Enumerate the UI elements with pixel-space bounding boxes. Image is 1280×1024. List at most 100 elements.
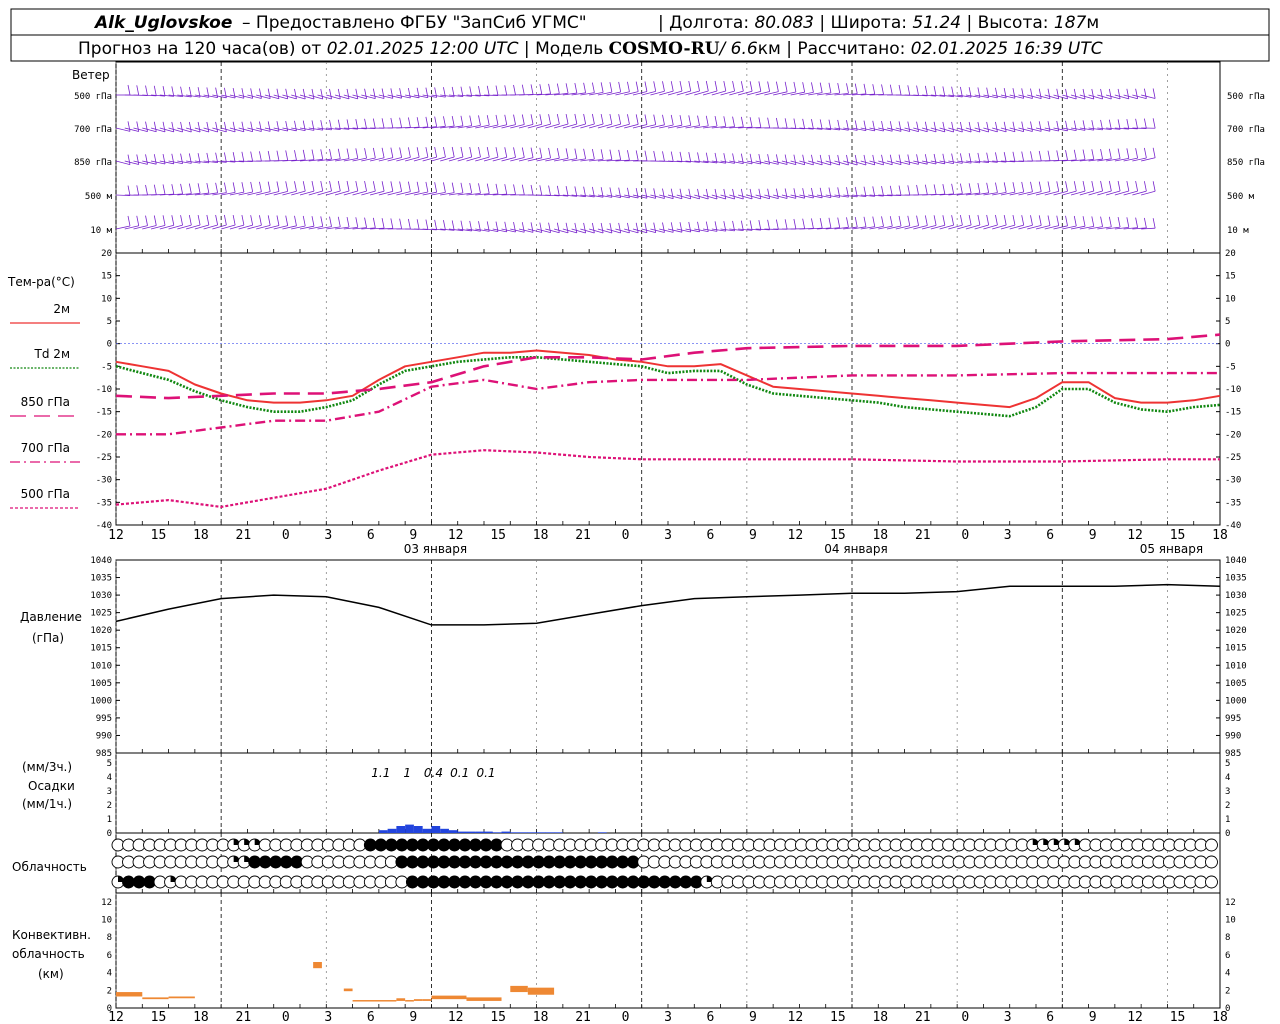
wind-barb-feather [259,181,262,192]
wind-barb-feather [775,154,779,165]
wind-barb-feather [653,222,657,233]
wind-barb-feather [793,188,797,199]
pressure-tick-right: 1005 [1225,679,1247,689]
conv-tick-right: 12 [1225,898,1236,908]
wind-barb-feather [635,222,639,233]
wind-barb-feather [311,181,315,192]
wind-barb-feather [828,217,832,228]
wind-barb-feather [443,146,446,158]
hour-label: 18 [193,528,209,543]
hour-label: 9 [409,1010,417,1024]
wind-barb-feather [837,154,841,166]
wind-barb-feather [591,222,595,234]
wind-barb-feather [916,154,919,165]
wind-barb-feather [767,117,771,128]
pressure-tick-left: 990 [96,731,112,741]
hour-label: 21 [915,528,931,543]
pressure-tick-left: 1040 [90,556,112,566]
wind-barb-feather [574,186,578,197]
wind-barb-feather [478,115,481,126]
precip-total: 0.1 [450,766,469,780]
conv-bar [422,999,432,1001]
wind-level-label-right: 500 гПа [1227,92,1265,102]
station-name: Alk_Uglovskoe [93,13,232,33]
pressure-tick-right: 1030 [1225,591,1247,601]
header: Alk_Uglovskoe – Предоставлено ФГБУ "ЗапС… [10,8,1270,62]
wind-barb-feather [556,185,560,196]
wind-barb-feather [1117,88,1121,99]
conv-title-2: облачность [12,947,85,961]
hour-label: 15 [830,1010,846,1024]
wind-barb-feather [469,146,473,158]
conv-bar [431,995,467,1000]
conv-tick-right: 4 [1225,969,1230,979]
hour-label: 6 [1046,528,1054,543]
wind-barb-feather [276,215,280,226]
wind-barb-feather [697,115,700,126]
wind-barb-feather [591,82,595,93]
conv-bars [116,962,555,1002]
wind-barb-feather [145,154,148,165]
wind-barb-feather [188,183,192,194]
wind-barb-feather [407,87,411,99]
hour-label: 18 [1212,528,1228,543]
temp-tick-left: -35 [96,498,112,508]
wind-barbs [115,80,1156,234]
wind-barb-feather [285,150,289,161]
temp-tick-right: -30 [1225,476,1241,486]
wind-barb-feather [1108,216,1112,227]
wind-barb-feather [530,147,534,158]
pressure-tick-left: 1010 [90,661,112,671]
wind-barb-feather [1073,149,1077,160]
hour-label: 6 [1046,1010,1054,1024]
wind-barb-feather [1135,118,1139,129]
wind-barb-feather [250,181,254,193]
wind-barb-feather [153,154,157,165]
wind-barb-feather [171,121,175,132]
hour-label: 3 [324,528,332,543]
wind-barb-feather [811,187,814,199]
day-labels: 03 января 04 января 05 января [404,542,1203,556]
wind-barb-feather [732,188,735,200]
wind-barb-feather [854,216,858,228]
precip-bar [475,831,484,833]
wind-barb-feather [381,118,385,129]
temp-tick-left: 10 [101,294,112,304]
precip-total: 0.4 [424,766,443,780]
legend-label: Td 2м [34,347,70,361]
wind-level-label-left: 850 гПа [74,158,112,168]
hour-label: 0 [961,1010,969,1024]
temp-line-700-гПа [116,371,1220,436]
wind-barb-feather [556,114,560,125]
wind-barb-feather [1073,181,1077,192]
wind-barb-feather [793,81,797,93]
wind-barb-feather [1047,121,1051,132]
temp-title: Тем-ра(°C) [7,275,75,289]
wind-barb-feather [486,115,490,126]
precip-bar [519,832,528,833]
conv-tick-left: 6 [107,951,112,961]
wind-barb-feather [1038,88,1042,99]
temp-tick-right: 5 [1225,317,1230,327]
wind-barb-feather [995,182,998,193]
wind-barb-feather [1135,181,1139,192]
wind-barb-feather [854,154,858,166]
wind-barb-feather [355,88,359,99]
wind-barb-feather [600,82,604,93]
hour-label: 12 [1127,528,1143,543]
wind-barb-feather [486,183,490,194]
wind-barb-feather [1021,121,1025,132]
wind-barb-feather [881,216,884,227]
hour-label: 9 [409,528,417,543]
wind-barb-feather [267,150,271,162]
convective-panel: Конвективн. облачность (км) 12 12 10 10 8 8 6 6… [12,898,1236,1014]
wind-barb-feather [889,216,893,227]
wind-barb-feather [355,217,359,228]
wind-barb-feather [1126,88,1130,99]
wind-barb-feather [898,154,902,165]
wind-barb-feather [556,222,560,233]
temp-tick-right: -5 [1225,362,1236,372]
hour-label: 15 [830,528,846,543]
wind-barb-feather [670,188,674,199]
wind-barb-feather [259,151,262,162]
